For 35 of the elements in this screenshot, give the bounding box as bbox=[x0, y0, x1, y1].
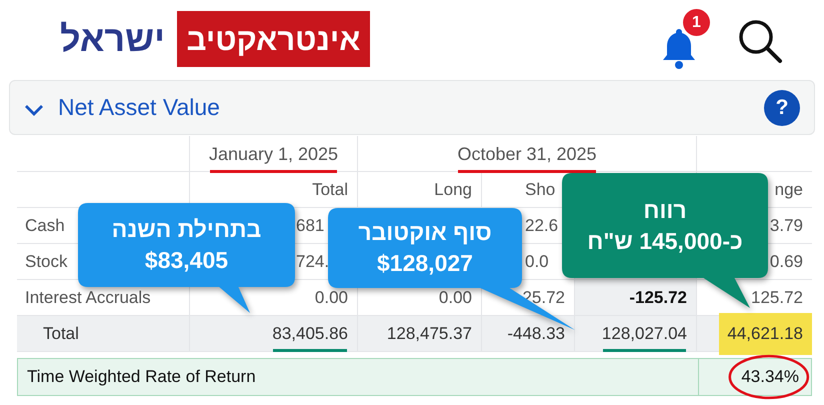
column-header: Total bbox=[312, 178, 348, 201]
row-label: Cash bbox=[25, 214, 65, 237]
table-cell-text: 125.72 bbox=[751, 286, 803, 308]
table-cell-text: 0.00 bbox=[438, 286, 472, 308]
table-cell: 44,621.18 bbox=[727, 322, 803, 346]
row-label: Interest Accruals bbox=[25, 286, 151, 309]
table-cell-text: 0.69 bbox=[770, 250, 803, 272]
panel-title: Net Asset Value bbox=[58, 93, 220, 122]
logo-text: ישראל bbox=[60, 21, 166, 57]
table-cell-text: 0.0 bbox=[525, 250, 549, 272]
date-heading: January 1, 2025 bbox=[208, 140, 338, 166]
row-label: Total bbox=[43, 322, 79, 345]
table-cell-text: 128,475.37 bbox=[386, 322, 472, 344]
column-header: nge bbox=[774, 178, 803, 201]
column-header: Long bbox=[434, 178, 472, 201]
chevron-icon[interactable] bbox=[24, 102, 44, 116]
date-heading: October 31, 2025 bbox=[457, 140, 597, 166]
table-cell-text: 3.79 bbox=[770, 214, 803, 236]
callout-text: רווח כ-145,000 ש"ח bbox=[587, 196, 743, 256]
row-label: Stock bbox=[25, 250, 68, 273]
table-cell-text: -448.33 bbox=[507, 322, 565, 344]
table-cell: 128,027.04 bbox=[602, 322, 687, 346]
search-icon[interactable] bbox=[738, 19, 784, 65]
table-cell-text: 0.00 bbox=[314, 286, 348, 308]
table-cell-text: 724. bbox=[296, 250, 330, 272]
table-cell-text: -125.72 bbox=[629, 286, 687, 308]
column-header: Sho bbox=[525, 178, 556, 201]
help-button[interactable]: ? bbox=[764, 90, 800, 126]
return-label: Time Weighted Rate of Return bbox=[26, 366, 257, 388]
table-cell-text: 681 bbox=[296, 214, 324, 236]
table-cell-text: 22.6 bbox=[525, 214, 558, 236]
table-cell: 83,405.86 bbox=[272, 322, 348, 346]
logo-box: אינטראקטיב bbox=[177, 11, 370, 67]
notification-badge: 1 bbox=[683, 9, 710, 36]
return-value: 43.34% bbox=[741, 365, 799, 389]
